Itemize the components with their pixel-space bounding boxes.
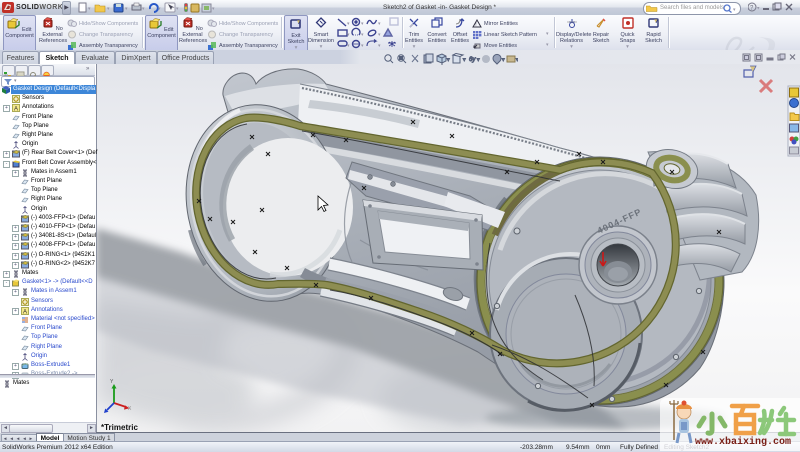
svg-text:▾: ▾	[463, 57, 466, 63]
svg-text:▾: ▾	[361, 21, 364, 27]
svg-text:*Trimetric: *Trimetric	[101, 423, 138, 432]
svg-text:▾: ▾	[361, 32, 364, 38]
svg-text:▾: ▾	[107, 6, 110, 12]
svg-text:▾: ▾	[447, 57, 450, 63]
svg-text:www.xbaixing.com: www.xbaixing.com	[695, 436, 791, 448]
svg-text:▾: ▾	[516, 57, 518, 63]
svg-text:▾: ▾	[88, 6, 91, 12]
svg-text:A: A	[23, 309, 27, 315]
svg-text:!: !	[475, 22, 476, 28]
svg-text:▾: ▾	[477, 57, 480, 63]
svg-text:▾: ▾	[502, 57, 505, 63]
svg-text:▾: ▾	[142, 6, 145, 12]
svg-text:A: A	[14, 107, 18, 113]
svg-text:▾: ▾	[378, 43, 381, 49]
svg-text:▾: ▾	[176, 6, 179, 12]
svg-text:▾: ▾	[212, 6, 215, 12]
svg-text:6y: 6y	[469, 57, 476, 63]
svg-text:▾: ▾	[361, 43, 364, 49]
svg-text:▾: ▾	[378, 32, 381, 38]
svg-text:▾: ▾	[158, 6, 161, 12]
svg-text:▾: ▾	[347, 43, 350, 49]
svg-text:▾: ▾	[757, 6, 760, 12]
svg-text:▾: ▾	[347, 32, 350, 38]
svg-text:▾: ▾	[733, 7, 736, 13]
svg-text:▾: ▾	[378, 21, 381, 27]
svg-text:▾: ▾	[347, 21, 350, 27]
svg-text:▾: ▾	[125, 6, 128, 12]
